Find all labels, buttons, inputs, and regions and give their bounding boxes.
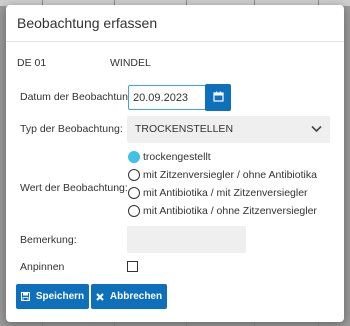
observation-type-value: TROCKENSTELLEN <box>135 123 234 135</box>
radio-button[interactable] <box>128 151 140 163</box>
observation-dialog: Beobachtung erfassen DE 01 WINDEL Datum … <box>6 5 344 322</box>
radio-option-trockengestellt[interactable]: trockengestellt <box>128 151 211 163</box>
radio-button[interactable] <box>128 169 140 181</box>
observation-type-select[interactable]: TROCKENSTELLEN <box>127 116 330 143</box>
radio-option-antibiotika-mit-zitzenversiegler[interactable]: mit Antibiotika / mit Zitzenversiegler <box>128 187 308 199</box>
item-text: WINDEL <box>110 57 151 69</box>
pin-label: Anpinnen <box>20 261 65 273</box>
cancel-button-label: Abbrechen <box>109 291 163 302</box>
radio-label: mit Zitzenversiegler / ohne Antibiotika <box>143 169 317 181</box>
date-input[interactable] <box>128 85 207 110</box>
type-label: Typ der Beobachtung: <box>20 123 123 135</box>
remark-input[interactable] <box>127 226 246 253</box>
radio-label: trockengestellt <box>143 151 211 163</box>
date-label: Datum der Beobachtung: <box>20 91 137 103</box>
value-label: Wert der Beobachtung: <box>20 182 128 194</box>
radio-button[interactable] <box>128 205 140 217</box>
chevron-down-icon <box>311 124 322 136</box>
radio-button[interactable] <box>128 187 140 199</box>
save-button-label: Speichern <box>35 291 85 302</box>
dialog-title: Beobachtung erfassen <box>17 15 158 31</box>
date-picker-button[interactable] <box>205 84 231 111</box>
close-icon <box>96 292 104 301</box>
dialog-header: Beobachtung erfassen <box>6 5 344 42</box>
radio-option-antibiotika-ohne-zitzenversiegler[interactable]: mit Antibiotika / ohne Zitzenversiegler <box>128 205 317 217</box>
save-button[interactable]: Speichern <box>16 284 89 309</box>
calendar-icon <box>212 91 224 105</box>
radio-option-zitzenversiegler-ohne-antibiotika[interactable]: mit Zitzenversiegler / ohne Antibiotika <box>128 169 317 181</box>
radio-label: mit Antibiotika / mit Zitzenversiegler <box>143 187 308 199</box>
floppy-disk-icon <box>20 292 30 301</box>
cancel-button[interactable]: Abbrechen <box>91 284 167 309</box>
location-text: DE 01 <box>17 57 47 69</box>
pin-checkbox[interactable] <box>127 261 138 272</box>
radio-label: mit Antibiotika / ohne Zitzenversiegler <box>143 205 317 217</box>
remark-label: Bemerkung: <box>20 234 77 246</box>
